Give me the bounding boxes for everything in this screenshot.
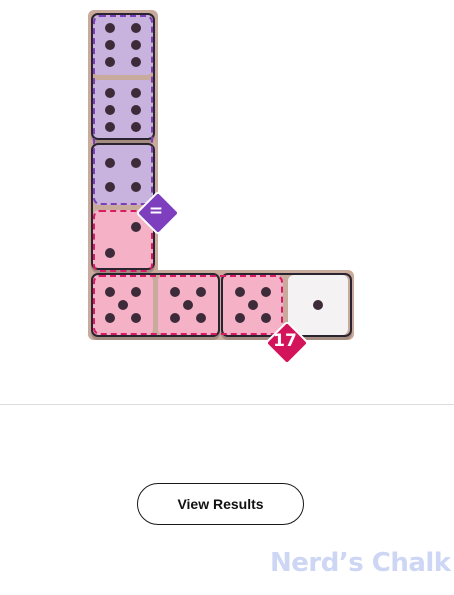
watermark-logo: Nerd’s Chalk — [270, 548, 451, 578]
domino-piece-bottom-left[interactable] — [91, 273, 220, 337]
badge-label: 17 — [273, 331, 297, 351]
game-board: = 17 — [0, 0, 454, 400]
equal-condition-badge: = — [135, 190, 181, 236]
sum-17-condition-badge: 17 — [264, 320, 310, 366]
view-results-button[interactable]: View Results — [137, 483, 304, 525]
divider — [0, 404, 454, 405]
badge-label: = — [148, 201, 164, 221]
domino-piece-top[interactable] — [91, 13, 155, 140]
